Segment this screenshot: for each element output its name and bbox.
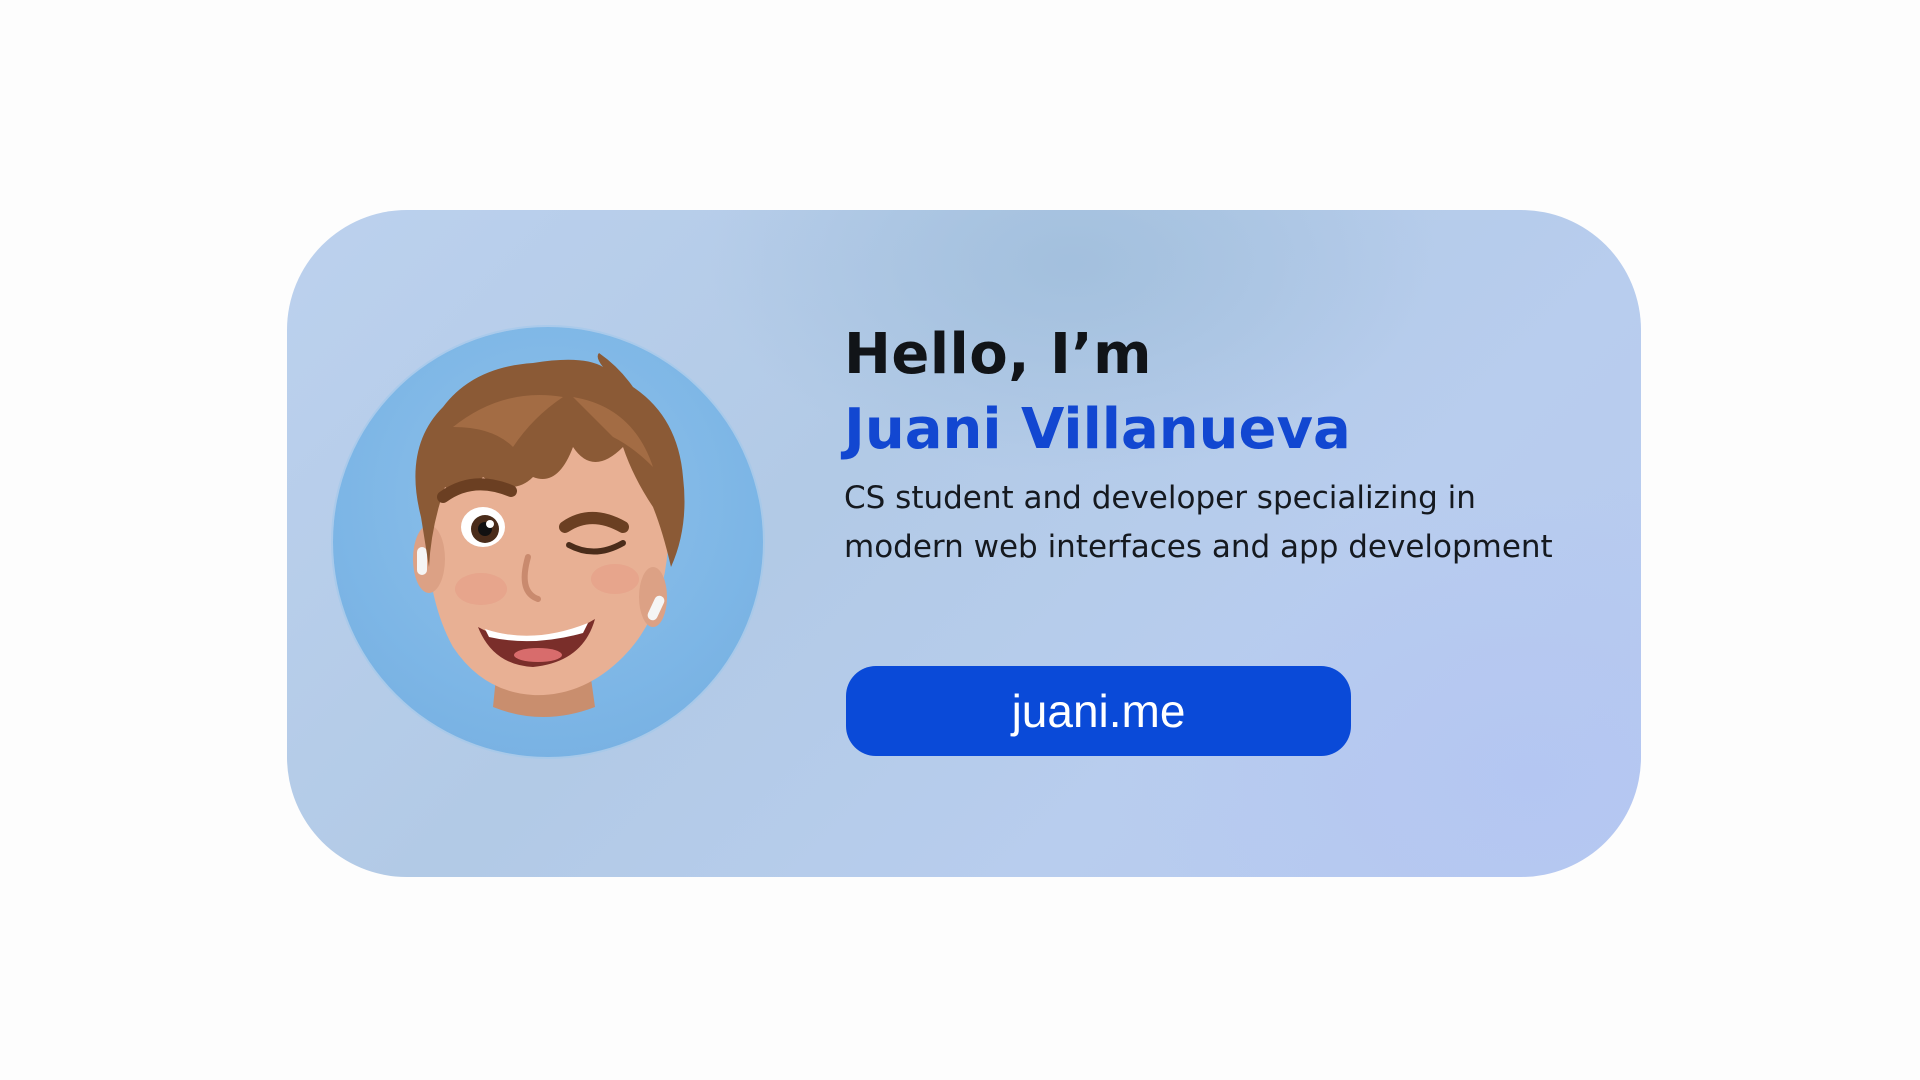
website-link-button[interactable]: juani.me bbox=[846, 666, 1351, 756]
page: Hello, I’m Juani Villanueva CS student a… bbox=[0, 0, 1920, 1080]
memoji-avatar-icon bbox=[413, 353, 685, 717]
profile-bio: CS student and developer specializing in… bbox=[844, 480, 1553, 565]
avatar bbox=[333, 327, 763, 757]
greeting-heading: Hello, I’m bbox=[844, 322, 1152, 387]
intro-text: Hello, I’m Juani Villanueva CS student a… bbox=[844, 320, 1604, 572]
profile-card: Hello, I’m Juani Villanueva CS student a… bbox=[287, 210, 1641, 877]
profile-name: Juani Villanueva bbox=[844, 397, 1351, 462]
